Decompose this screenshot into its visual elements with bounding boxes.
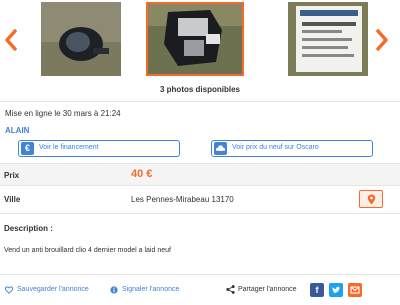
save-listing-link[interactable]: Sauvegarder l'annonce	[5, 286, 105, 296]
divider	[0, 101, 400, 102]
map-button[interactable]	[359, 190, 383, 208]
city-value: Les Pennes-Mirabeau 13170	[131, 195, 234, 204]
divider	[0, 213, 400, 214]
mail-icon	[350, 286, 360, 294]
chevron-right-icon[interactable]	[374, 28, 390, 52]
photo-gallery	[0, 0, 400, 80]
description-title: Description :	[4, 224, 53, 233]
price-value: 40 €	[131, 168, 153, 180]
photo-count: 3 photos disponibles	[159, 85, 240, 94]
photo-thumbnail-3[interactable]	[288, 2, 368, 76]
heart-icon	[5, 286, 13, 294]
share-icon	[226, 285, 235, 294]
save-listing-label: Sauvegarder l'annonce	[17, 286, 89, 293]
divider	[0, 274, 400, 275]
price-row	[0, 164, 400, 185]
chevron-left-icon[interactable]	[3, 28, 19, 52]
facebook-icon: f	[315, 285, 319, 295]
seller-name[interactable]: ALAIN	[5, 126, 29, 135]
posted-date: Mise en ligne le 30 mars à 21:24	[5, 109, 121, 118]
photo-thumbnail-1[interactable]	[41, 2, 121, 76]
divider	[0, 185, 400, 186]
email-share-button[interactable]	[348, 283, 362, 297]
share-label: Partager l'annonce	[238, 286, 297, 293]
price-label: Prix	[4, 171, 20, 180]
car-icon	[214, 142, 227, 155]
map-pin-icon	[367, 194, 376, 205]
twitter-share-button[interactable]	[329, 283, 343, 297]
twitter-icon	[332, 286, 341, 294]
facebook-share-button[interactable]: f	[310, 283, 324, 297]
oscaro-price-button[interactable]: Voir prix du neuf sur Oscaro	[211, 140, 373, 157]
report-listing-label: Signaler l'annonce	[122, 286, 180, 293]
euro-icon: €	[21, 142, 34, 155]
photo-thumbnail-2-selected[interactable]	[146, 2, 244, 76]
oscaro-button-label: Voir prix du neuf sur Oscaro	[232, 144, 319, 151]
financing-button-label: Voir le financement	[39, 144, 99, 151]
description-text: Vend un anti brouillard clio 4 dernier m…	[4, 247, 171, 254]
info-icon	[110, 286, 118, 294]
financing-button[interactable]: € Voir le financement	[18, 140, 180, 157]
report-listing-link[interactable]: Signaler l'annonce	[110, 286, 200, 296]
city-label: Ville	[4, 195, 21, 204]
